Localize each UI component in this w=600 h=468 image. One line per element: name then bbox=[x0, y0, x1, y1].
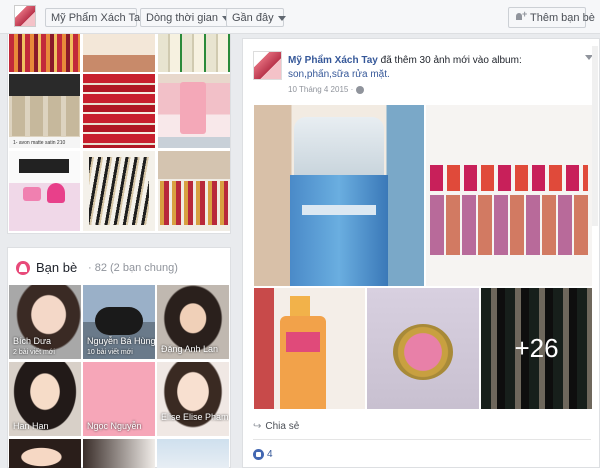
add-friend-button[interactable]: Thêm bạn bè bbox=[508, 7, 595, 28]
friend-tile[interactable]: Ngọc Nguyễn bbox=[83, 362, 155, 436]
share-label: Chia sẻ bbox=[265, 421, 300, 432]
filter-timeline-label: Dòng thời gian bbox=[146, 12, 219, 24]
photo-thumbnail[interactable] bbox=[158, 34, 230, 72]
friends-title[interactable]: Bạn bè bbox=[36, 260, 77, 275]
friend-tile[interactable]: Nguyễn Bá Hùng 10 bài viết mới bbox=[83, 285, 155, 359]
post-action-text: đã thêm 30 ảnh mới vào album: bbox=[377, 55, 522, 66]
album-post: Mỹ Phẩm Xách Tay đã thêm 30 ảnh mới vào … bbox=[242, 38, 600, 468]
friend-tile[interactable]: Đặng Anh Lan bbox=[157, 285, 229, 359]
friends-card: Bạn bè · 82 (2 bạn chung) Bích Dưa 2 bài… bbox=[7, 247, 231, 468]
add-friend-label: Thêm bạn bè bbox=[530, 12, 595, 24]
divider bbox=[253, 439, 591, 440]
add-friend-icon bbox=[516, 9, 527, 21]
friend-name: Đặng Anh Lan bbox=[161, 344, 219, 354]
post-header: Mỹ Phẩm Xách Tay đã thêm 30 ảnh mới vào … bbox=[288, 54, 568, 82]
photo-thumbnail[interactable] bbox=[83, 34, 155, 72]
like-count: 4 bbox=[267, 449, 273, 461]
friend-tile[interactable] bbox=[83, 439, 155, 468]
photo-thumbnail[interactable] bbox=[9, 151, 80, 231]
album-photo-more[interactable]: +26 bbox=[481, 288, 592, 409]
filter-page-dropdown[interactable]: Mỹ Phẩm Xách Tay bbox=[45, 8, 158, 27]
album-link[interactable]: son,phấn,sữa rửa mặt. bbox=[288, 69, 390, 80]
friend-name: Ngọc Nguyễn bbox=[87, 421, 142, 431]
reactions-summary[interactable]: 4 bbox=[253, 449, 273, 460]
friend-tile[interactable] bbox=[9, 439, 81, 468]
scrollbar[interactable] bbox=[592, 46, 598, 226]
post-author-avatar[interactable] bbox=[253, 51, 282, 80]
friend-tile[interactable]: Han Han bbox=[9, 362, 81, 436]
post-meta: 10 Tháng 4 2015 · bbox=[288, 85, 365, 94]
friend-activity: 10 bài viết mới bbox=[87, 349, 133, 356]
friend-activity: 2 bài viết mới bbox=[13, 349, 55, 356]
friends-icon bbox=[16, 261, 30, 275]
chevron-down-icon bbox=[277, 15, 286, 21]
photo-thumbnail[interactable] bbox=[83, 151, 155, 231]
photo-thumbnail[interactable]: 1- avon matte satin 210 bbox=[9, 74, 80, 148]
album-photo[interactable] bbox=[254, 288, 365, 409]
filter-page-label: Mỹ Phẩm Xách Tay bbox=[51, 12, 146, 24]
friend-name: Elise Elise Pham bbox=[161, 412, 229, 422]
globe-icon bbox=[356, 85, 365, 94]
share-icon: ↪ bbox=[253, 421, 262, 432]
photo-thumbnail[interactable] bbox=[9, 34, 80, 72]
album-photo[interactable] bbox=[367, 288, 479, 409]
album-photo[interactable] bbox=[426, 105, 592, 286]
photo-thumbnail[interactable] bbox=[158, 151, 230, 231]
friend-tile[interactable]: Elise Elise Pham bbox=[157, 362, 229, 436]
photo-thumbnail[interactable] bbox=[83, 74, 155, 148]
timeline-filter-bar: Mỹ Phẩm Xách Tay Dòng thời gian Gần đây … bbox=[0, 0, 600, 34]
photos-grid: 1- avon matte satin 210 bbox=[7, 34, 231, 234]
photo-thumbnail[interactable] bbox=[158, 74, 230, 148]
friends-count: · 82 (2 bạn chung) bbox=[88, 262, 178, 274]
filter-timeline-dropdown[interactable]: Dòng thời gian bbox=[140, 8, 240, 27]
more-photos-count: +26 bbox=[514, 333, 559, 363]
friend-tile[interactable] bbox=[157, 439, 229, 468]
friend-name: Han Han bbox=[13, 421, 49, 431]
photo-caption: 1- avon matte satin 210 bbox=[13, 140, 66, 146]
post-date[interactable]: 10 Tháng 4 2015 · bbox=[288, 85, 353, 94]
friend-name: Bích Dưa bbox=[13, 336, 52, 346]
filter-recent-dropdown[interactable]: Gần đây bbox=[226, 8, 286, 27]
filter-recent-label: Gần đây bbox=[232, 12, 274, 24]
page-avatar[interactable] bbox=[14, 5, 36, 27]
post-author-link[interactable]: Mỹ Phẩm Xách Tay bbox=[288, 55, 378, 66]
share-button[interactable]: ↪ Chia sẻ bbox=[253, 421, 299, 432]
album-photo[interactable] bbox=[254, 105, 424, 286]
more-photos-overlay: +26 bbox=[481, 288, 592, 409]
like-icon bbox=[253, 449, 264, 460]
friend-name: Nguyễn Bá Hùng bbox=[87, 336, 155, 346]
friend-tile[interactable]: Bích Dưa 2 bài viết mới bbox=[9, 285, 81, 359]
